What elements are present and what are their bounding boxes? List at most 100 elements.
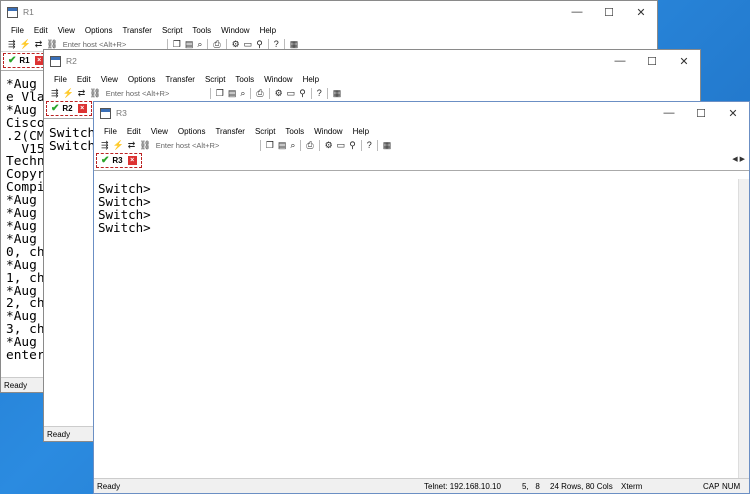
title-bar[interactable]: R1 — ☐ ✕ — [1, 1, 657, 23]
title-bar[interactable]: R3 — ☐ ✕ — [94, 102, 749, 124]
keymap-icon[interactable]: ▭ — [244, 39, 253, 49]
minimize-button[interactable]: — — [561, 1, 593, 23]
session-icon[interactable]: ▦ — [383, 140, 392, 150]
status-cap: CAP — [703, 481, 720, 491]
link-icon[interactable]: ⛓ — [89, 88, 100, 98]
session-icon[interactable]: ▦ — [290, 39, 299, 49]
tab-r1[interactable]: ✔ R1 × — [3, 53, 49, 68]
maximize-button[interactable]: ☐ — [685, 102, 717, 124]
link-icon[interactable]: ⛓ — [139, 140, 150, 150]
tab-close-icon[interactable]: × — [77, 104, 87, 113]
reconnect-icon[interactable]: ⇄ — [35, 39, 43, 49]
status-num: NUM — [722, 481, 741, 491]
close-button[interactable]: ✕ — [625, 1, 657, 23]
menu-view[interactable]: View — [53, 26, 80, 35]
menu-help[interactable]: Help — [348, 127, 374, 136]
maximize-button[interactable]: ☐ — [636, 50, 668, 72]
menu-script[interactable]: Script — [157, 26, 187, 35]
menu-transfer[interactable]: Transfer — [210, 127, 250, 136]
sftp-icon[interactable]: ⚲ — [256, 39, 263, 49]
lightning-icon[interactable]: ⚡ — [63, 88, 74, 98]
maximize-button[interactable]: ☐ — [593, 1, 625, 23]
menu-view[interactable]: View — [96, 75, 123, 84]
menu-window[interactable]: Window — [216, 26, 254, 35]
toolbar: ⇶ ⚡ ⇄ ⛓ Enter host <Alt+R> ❐ ▤ ⌕ ⎙ ⚙ ▭ ⚲… — [44, 86, 700, 101]
find-icon[interactable]: ⌕ — [240, 88, 245, 98]
tab-r2[interactable]: ✔ R2 × — [46, 101, 92, 116]
menu-file[interactable]: File — [49, 75, 72, 84]
separator — [267, 38, 269, 50]
connect-icon[interactable]: ⇶ — [51, 88, 59, 98]
copy-icon[interactable]: ❐ — [216, 88, 224, 98]
print-icon[interactable]: ⎙ — [213, 39, 220, 49]
menu-options[interactable]: Options — [123, 75, 161, 84]
separator — [166, 38, 168, 50]
reconnect-icon[interactable]: ⇄ — [78, 88, 86, 98]
help-icon[interactable]: ? — [317, 88, 322, 98]
close-button[interactable]: ✕ — [668, 50, 700, 72]
menu-window[interactable]: Window — [259, 75, 297, 84]
menu-options[interactable]: Options — [80, 26, 118, 35]
keymap-icon[interactable]: ▭ — [287, 88, 296, 98]
menu-tools[interactable]: Tools — [187, 26, 216, 35]
keymap-icon[interactable]: ▭ — [337, 140, 346, 150]
menu-script[interactable]: Script — [250, 127, 280, 136]
menu-file[interactable]: File — [6, 26, 29, 35]
menu-edit[interactable]: Edit — [72, 75, 96, 84]
lightning-icon[interactable]: ⚡ — [113, 140, 124, 150]
menu-script[interactable]: Script — [200, 75, 230, 84]
minimize-button[interactable]: — — [653, 102, 685, 124]
link-icon[interactable]: ⛓ — [46, 39, 57, 49]
menu-transfer[interactable]: Transfer — [160, 75, 200, 84]
reconnect-icon[interactable]: ⇄ — [128, 140, 136, 150]
copy-icon[interactable]: ❐ — [173, 39, 181, 49]
connect-icon[interactable]: ⇶ — [101, 140, 109, 150]
find-icon[interactable]: ⌕ — [197, 39, 202, 49]
window-r3[interactable]: R3 — ☐ ✕ File Edit View Options Transfer… — [93, 101, 750, 494]
settings-icon[interactable]: ⚙ — [325, 140, 333, 150]
menu-help[interactable]: Help — [255, 26, 281, 35]
title-bar[interactable]: R2 — ☐ ✕ — [44, 50, 700, 72]
menu-file[interactable]: File — [99, 127, 122, 136]
settings-icon[interactable]: ⚙ — [232, 39, 240, 49]
menu-options[interactable]: Options — [173, 127, 211, 136]
menu-view[interactable]: View — [146, 127, 173, 136]
host-input[interactable]: Enter host <Alt+R> — [106, 89, 201, 98]
help-icon[interactable]: ? — [274, 39, 279, 49]
host-input[interactable]: Enter host <Alt+R> — [156, 141, 251, 150]
find-icon[interactable]: ⌕ — [290, 140, 295, 150]
menu-help[interactable]: Help — [298, 75, 324, 84]
status-ready: Ready — [4, 380, 28, 390]
print-icon[interactable]: ⎙ — [306, 140, 313, 150]
menu-tools[interactable]: Tools — [280, 127, 309, 136]
settings-icon[interactable]: ⚙ — [275, 88, 283, 98]
menu-transfer[interactable]: Transfer — [117, 26, 157, 35]
menu-edit[interactable]: Edit — [122, 127, 146, 136]
session-icon[interactable]: ▦ — [333, 88, 342, 98]
paste-icon[interactable]: ▤ — [185, 39, 194, 49]
print-icon[interactable]: ⎙ — [256, 88, 263, 98]
tab-scroll-arrows-icon[interactable]: ◀ ▶ — [732, 155, 745, 163]
lightning-icon[interactable]: ⚡ — [20, 39, 31, 49]
help-icon[interactable]: ? — [367, 140, 372, 150]
connect-icon[interactable]: ⇶ — [8, 39, 16, 49]
minimize-button[interactable]: — — [604, 50, 636, 72]
copy-icon[interactable]: ❐ — [266, 140, 274, 150]
sftp-icon[interactable]: ⚲ — [349, 140, 356, 150]
status-bar: Ready Telnet: 192.168.10.10 5, 8 24 Rows… — [94, 478, 749, 493]
menu-tools[interactable]: Tools — [230, 75, 259, 84]
paste-icon[interactable]: ▤ — [278, 140, 287, 150]
menu-bar: File Edit View Options Transfer Script T… — [1, 23, 657, 37]
tab-close-icon[interactable]: × — [127, 156, 137, 165]
vertical-scrollbar[interactable] — [738, 179, 749, 479]
host-input[interactable]: Enter host <Alt+R> — [63, 40, 158, 49]
paste-icon[interactable]: ▤ — [228, 88, 237, 98]
sftp-icon[interactable]: ⚲ — [299, 88, 306, 98]
menu-bar: File Edit View Options Transfer Script T… — [44, 72, 700, 86]
menu-window[interactable]: Window — [309, 127, 347, 136]
separator — [207, 38, 209, 50]
tab-r3[interactable]: ✔ R3 × — [96, 153, 142, 168]
menu-edit[interactable]: Edit — [29, 26, 53, 35]
close-button[interactable]: ✕ — [717, 102, 749, 124]
terminal[interactable]: Switch> Switch> Switch> Switch> — [94, 179, 739, 479]
